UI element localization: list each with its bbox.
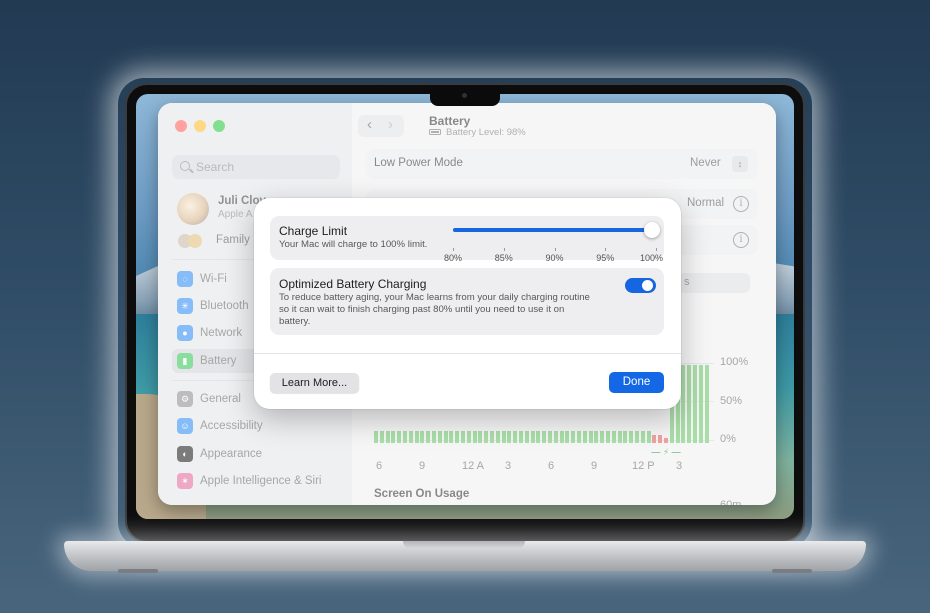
laptop-foot xyxy=(772,569,812,573)
laptop-foot xyxy=(118,569,158,573)
charge-limit-title: Charge Limit xyxy=(279,224,348,238)
toggle-knob xyxy=(642,280,653,291)
optimized-charging-toggle[interactable] xyxy=(625,278,656,293)
learn-more-button[interactable]: Learn More... xyxy=(270,373,359,393)
slider-tick-label: 80% xyxy=(444,253,463,263)
slider-tick-label: 95% xyxy=(596,253,615,263)
charge-limit-card: Charge Limit Your Mac will charge to 100… xyxy=(270,216,664,263)
slider-tick-label: 90% xyxy=(545,253,564,263)
slider-tick-mark xyxy=(656,248,657,251)
slider-tick-mark xyxy=(453,248,454,251)
battery-options-sheet: Charge Limit Your Mac will charge to 100… xyxy=(254,198,681,409)
sheet-divider xyxy=(254,353,681,354)
charge-limit-description: Your Mac will charge to 100% limit. xyxy=(279,239,428,250)
charge-limit-slider-fill xyxy=(453,228,656,232)
slider-tick-label: 100% xyxy=(640,253,664,263)
done-button[interactable]: Done xyxy=(609,372,664,393)
camera-notch xyxy=(430,86,500,106)
optimized-charging-description-line: To reduce battery aging, your Mac learns… xyxy=(279,292,590,303)
charge-limit-slider[interactable]: 80% 85% 90% 95% 100% xyxy=(444,222,663,263)
slider-tick-label: 85% xyxy=(494,253,513,263)
optimized-charging-description-line: battery. xyxy=(279,316,311,327)
slider-tick-mark xyxy=(554,248,556,251)
slider-tick-mark xyxy=(605,248,607,251)
optimized-charging-description-line: so it can wait to finish charging past 8… xyxy=(279,304,565,315)
optimized-charging-title: Optimized Battery Charging xyxy=(279,277,427,291)
charge-limit-slider-knob[interactable] xyxy=(644,222,660,238)
optimized-charging-card: Optimized Battery Charging To reduce bat… xyxy=(270,268,664,335)
laptop-opening-notch xyxy=(403,541,525,549)
slider-tick-mark xyxy=(503,248,505,251)
